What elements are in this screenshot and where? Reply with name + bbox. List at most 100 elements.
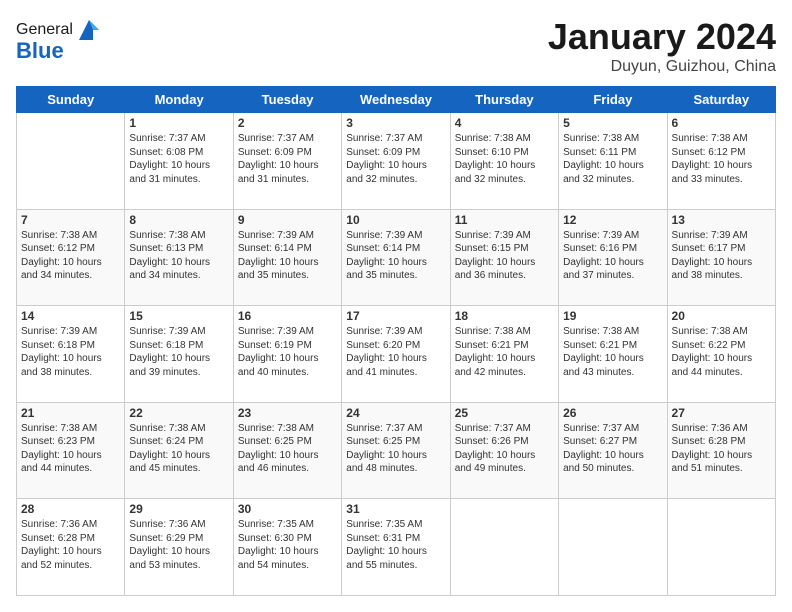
calendar-cell: 24Sunrise: 7:37 AM Sunset: 6:25 PM Dayli… (342, 402, 450, 499)
day-number: 5 (563, 116, 662, 130)
day-info: Sunrise: 7:35 AM Sunset: 6:31 PM Dayligh… (346, 518, 445, 572)
day-info: Sunrise: 7:38 AM Sunset: 6:22 PM Dayligh… (672, 325, 771, 379)
calendar-cell: 10 Sunrise: 7:39 AM Sunset: 6:14 PM Dayli… (342, 209, 450, 306)
calendar-cell: 3 Sunrise: 7:37 AM Sunset: 6:09 PM Daylig… (342, 113, 450, 210)
day-number: 14 (21, 309, 120, 323)
day-info: Sunrise: 7:39 AM Sunset: 6:16 PM Dayligh… (563, 229, 662, 283)
calendar-subtitle: Duyun, Guizhou, China (548, 58, 776, 76)
day-header-sunday: Sunday (17, 87, 125, 113)
day-number: 18 (455, 309, 554, 323)
day-info: Sunrise: 7:38 AM Sunset: 6:11 PM Dayligh… (563, 132, 662, 186)
day-info: Sunrise: 7:39 AM Sunset: 6:19 PM Dayligh… (238, 325, 337, 379)
day-info: Sunrise: 7:38 AM Sunset: 6:24 PM Dayligh… (129, 422, 228, 476)
day-number: 23 (238, 406, 337, 420)
week-row: 1Sunrise: 7:37 AM Sunset: 6:08 PM Daylig… (17, 113, 776, 210)
day-number: 19 (563, 309, 662, 323)
day-info: Sunrise: 7:36 AM Sunset: 6:28 PM Dayligh… (672, 422, 771, 476)
calendar-cell: 16 Sunrise: 7:39 AM Sunset: 6:19 PM Dayli… (233, 306, 341, 403)
calendar-cell (559, 499, 667, 596)
day-info: Sunrise: 7:38 AM Sunset: 6:12 PM Dayligh… (21, 229, 120, 283)
calendar-cell: 20 Sunrise: 7:38 AM Sunset: 6:22 PM Dayli… (667, 306, 775, 403)
calendar-cell: 31 Sunrise: 7:35 AM Sunset: 6:31 PM Dayli… (342, 499, 450, 596)
day-info: Sunrise: 7:36 AM Sunset: 6:29 PM Dayligh… (129, 518, 228, 572)
calendar-cell: 5 Sunrise: 7:38 AM Sunset: 6:11 PM Daylig… (559, 113, 667, 210)
logo-general-text: General (16, 21, 73, 39)
day-number: 4 (455, 116, 554, 130)
day-info: Sunrise: 7:39 AM Sunset: 6:14 PM Dayligh… (238, 229, 337, 283)
day-info: Sunrise: 7:38 AM Sunset: 6:10 PM Dayligh… (455, 132, 554, 186)
calendar-cell: 22 Sunrise: 7:38 AM Sunset: 6:24 PM Dayli… (125, 402, 233, 499)
calendar-cell: 27 Sunrise: 7:36 AM Sunset: 6:28 PM Dayli… (667, 402, 775, 499)
calendar-cell: 26 Sunrise: 7:37 AM Sunset: 6:27 PM Dayli… (559, 402, 667, 499)
calendar-cell: 7 Sunrise: 7:38 AM Sunset: 6:12 PM Daylig… (17, 209, 125, 306)
day-info: Sunrise: 7:37 AM Sunset: 6:09 PM Dayligh… (238, 132, 337, 186)
calendar-cell: 30Sunrise: 7:35 AM Sunset: 6:30 PM Dayli… (233, 499, 341, 596)
calendar-cell: 1Sunrise: 7:37 AM Sunset: 6:08 PM Daylig… (125, 113, 233, 210)
calendar-cell: 6Sunrise: 7:38 AM Sunset: 6:12 PM Daylig… (667, 113, 775, 210)
header: General Blue January 2024 Duyun, Guizhou… (16, 16, 776, 76)
day-number: 29 (129, 502, 228, 516)
day-number: 7 (21, 213, 120, 227)
calendar-cell: 2 Sunrise: 7:37 AM Sunset: 6:09 PM Daylig… (233, 113, 341, 210)
day-info: Sunrise: 7:37 AM Sunset: 6:26 PM Dayligh… (455, 422, 554, 476)
day-header-friday: Friday (559, 87, 667, 113)
day-info: Sunrise: 7:37 AM Sunset: 6:09 PM Dayligh… (346, 132, 445, 186)
day-info: Sunrise: 7:35 AM Sunset: 6:30 PM Dayligh… (238, 518, 337, 572)
day-header-wednesday: Wednesday (342, 87, 450, 113)
day-number: 6 (672, 116, 771, 130)
day-number: 2 (238, 116, 337, 130)
day-info: Sunrise: 7:39 AM Sunset: 6:18 PM Dayligh… (129, 325, 228, 379)
day-info: Sunrise: 7:38 AM Sunset: 6:25 PM Dayligh… (238, 422, 337, 476)
calendar-cell: 17Sunrise: 7:39 AM Sunset: 6:20 PM Dayli… (342, 306, 450, 403)
week-row: 14 Sunrise: 7:39 AM Sunset: 6:18 PM Dayli… (17, 306, 776, 403)
calendar-cell: 8 Sunrise: 7:38 AM Sunset: 6:13 PM Daylig… (125, 209, 233, 306)
day-number: 20 (672, 309, 771, 323)
day-number: 10 (346, 213, 445, 227)
day-number: 22 (129, 406, 228, 420)
calendar-cell: 21Sunrise: 7:38 AM Sunset: 6:23 PM Dayli… (17, 402, 125, 499)
day-info: Sunrise: 7:38 AM Sunset: 6:13 PM Dayligh… (129, 229, 228, 283)
day-info: Sunrise: 7:38 AM Sunset: 6:23 PM Dayligh… (21, 422, 120, 476)
day-info: Sunrise: 7:38 AM Sunset: 6:21 PM Dayligh… (563, 325, 662, 379)
day-number: 1 (129, 116, 228, 130)
calendar-cell: 29 Sunrise: 7:36 AM Sunset: 6:29 PM Dayli… (125, 499, 233, 596)
day-number: 27 (672, 406, 771, 420)
day-info: Sunrise: 7:38 AM Sunset: 6:21 PM Dayligh… (455, 325, 554, 379)
day-number: 16 (238, 309, 337, 323)
day-header-saturday: Saturday (667, 87, 775, 113)
day-number: 25 (455, 406, 554, 420)
day-info: Sunrise: 7:36 AM Sunset: 6:28 PM Dayligh… (21, 518, 120, 572)
logo: General Blue (16, 16, 103, 64)
calendar-cell: 28Sunrise: 7:36 AM Sunset: 6:28 PM Dayli… (17, 499, 125, 596)
calendar-cell: 11Sunrise: 7:39 AM Sunset: 6:15 PM Dayli… (450, 209, 558, 306)
calendar-cell: 13Sunrise: 7:39 AM Sunset: 6:17 PM Dayli… (667, 209, 775, 306)
calendar-cell: 4 Sunrise: 7:38 AM Sunset: 6:10 PM Daylig… (450, 113, 558, 210)
day-number: 8 (129, 213, 228, 227)
calendar-title: January 2024 (548, 16, 776, 58)
day-info: Sunrise: 7:39 AM Sunset: 6:18 PM Dayligh… (21, 325, 120, 379)
calendar-cell: 14 Sunrise: 7:39 AM Sunset: 6:18 PM Dayli… (17, 306, 125, 403)
week-row: 7 Sunrise: 7:38 AM Sunset: 6:12 PM Daylig… (17, 209, 776, 306)
day-number: 31 (346, 502, 445, 516)
day-header-thursday: Thursday (450, 87, 558, 113)
day-info: Sunrise: 7:39 AM Sunset: 6:14 PM Dayligh… (346, 229, 445, 283)
calendar-table: SundayMondayTuesdayWednesdayThursdayFrid… (16, 86, 776, 596)
logo-icon (75, 16, 103, 44)
day-headers-row: SundayMondayTuesdayWednesdayThursdayFrid… (17, 87, 776, 113)
calendar-cell: 25 Sunrise: 7:37 AM Sunset: 6:26 PM Dayli… (450, 402, 558, 499)
day-info: Sunrise: 7:39 AM Sunset: 6:20 PM Dayligh… (346, 325, 445, 379)
day-number: 12 (563, 213, 662, 227)
day-info: Sunrise: 7:37 AM Sunset: 6:27 PM Dayligh… (563, 422, 662, 476)
calendar-cell: 18 Sunrise: 7:38 AM Sunset: 6:21 PM Dayli… (450, 306, 558, 403)
day-number: 3 (346, 116, 445, 130)
calendar-cell: 9 Sunrise: 7:39 AM Sunset: 6:14 PM Daylig… (233, 209, 341, 306)
day-info: Sunrise: 7:39 AM Sunset: 6:17 PM Dayligh… (672, 229, 771, 283)
calendar-cell (17, 113, 125, 210)
day-number: 9 (238, 213, 337, 227)
week-row: 28Sunrise: 7:36 AM Sunset: 6:28 PM Dayli… (17, 499, 776, 596)
week-row: 21Sunrise: 7:38 AM Sunset: 6:23 PM Dayli… (17, 402, 776, 499)
day-number: 26 (563, 406, 662, 420)
title-block: January 2024 Duyun, Guizhou, China (548, 16, 776, 76)
calendar-cell (450, 499, 558, 596)
calendar-cell (667, 499, 775, 596)
